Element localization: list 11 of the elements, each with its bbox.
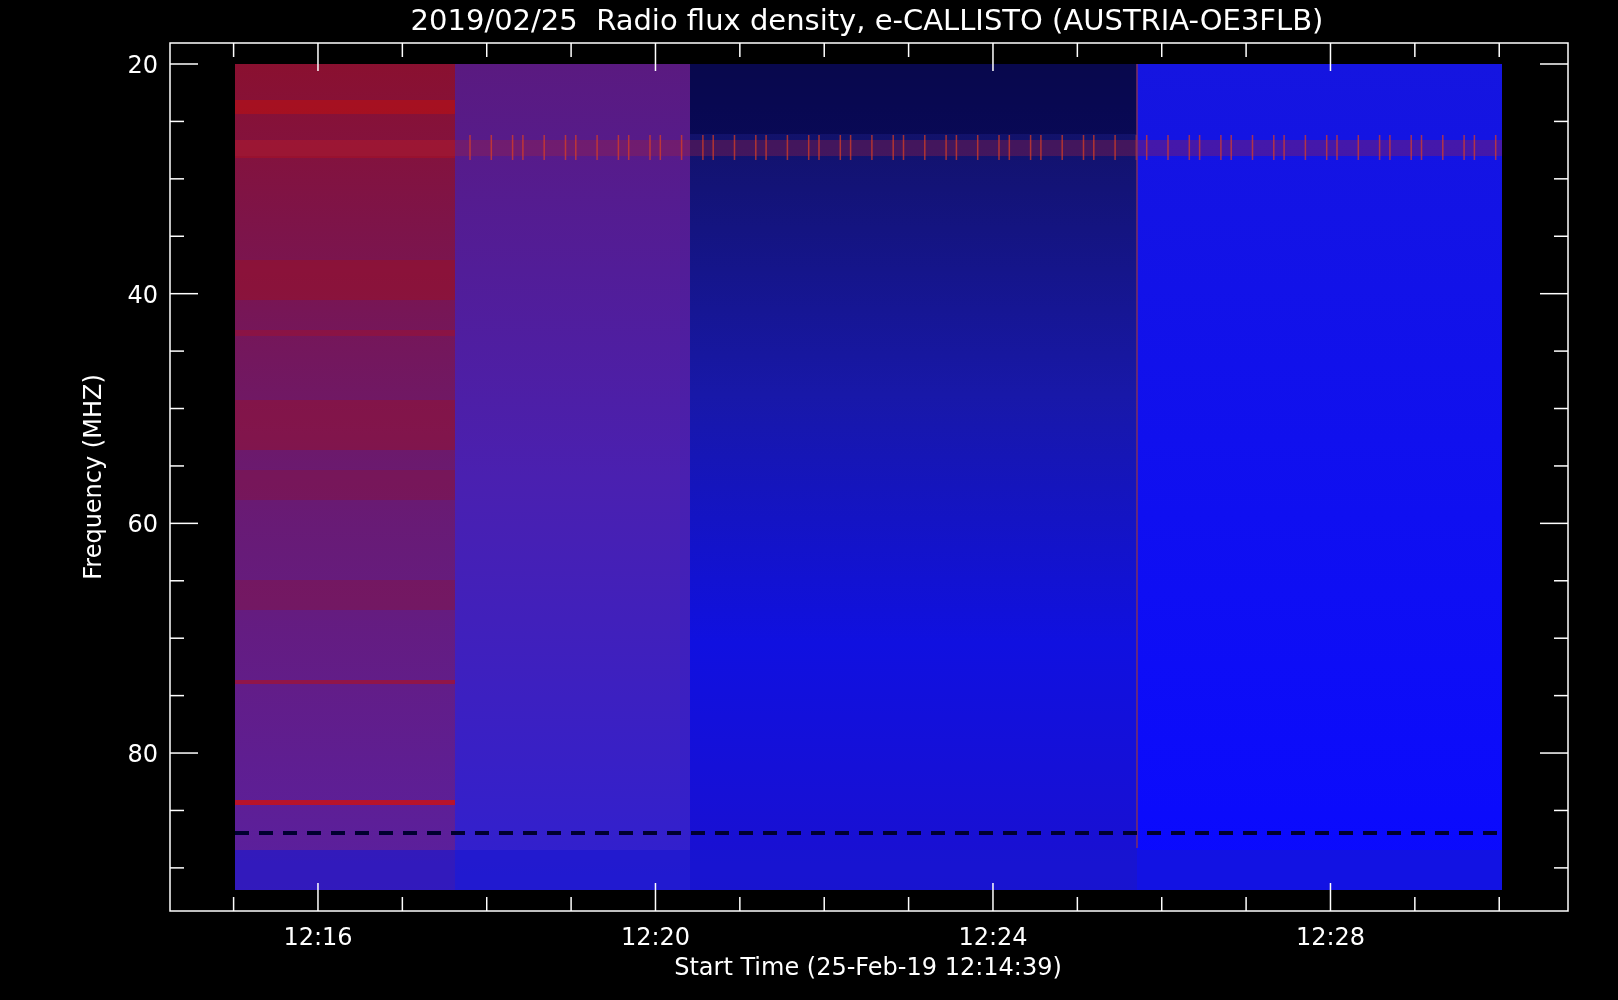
x-tick-label: 12:20: [620, 923, 691, 951]
chart-title: 2019/02/25 Radio flux density, e-CALLISTO (AUSTRIA-OE3FLB): [410, 3, 1324, 37]
y-tick-label: 20: [127, 51, 158, 79]
y-tick-label: 40: [127, 280, 158, 309]
y-tick-label: 80: [127, 740, 158, 769]
y-axis-label: Frequency (MHZ): [79, 374, 107, 580]
x-tick-label: 12:24: [958, 923, 1028, 951]
x-axis-label: Start Time (25-Feb-19 12:14:39): [674, 953, 1062, 981]
x-tick-label: 12:28: [1295, 923, 1366, 951]
y-tick-label: 60: [127, 510, 158, 539]
x-tick-label: 12:16: [283, 923, 353, 951]
